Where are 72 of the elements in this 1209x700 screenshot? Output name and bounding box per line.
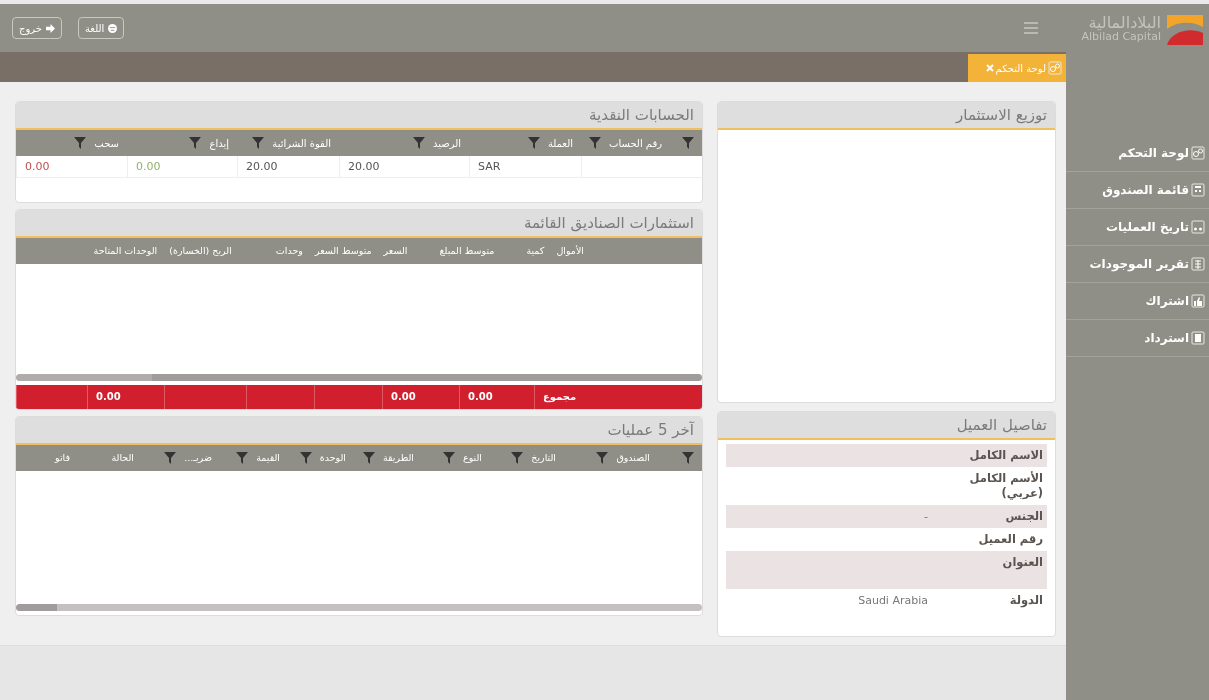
field-value: Saudi Arabia: [858, 593, 929, 608]
table-cell: 0.00: [136, 160, 161, 173]
column-header: الربح (الخسارة): [169, 243, 232, 258]
column-header: السعر: [383, 243, 408, 258]
field-label: الجنس: [1004, 509, 1043, 524]
scrollbar[interactable]: [16, 374, 702, 381]
logout-button[interactable]: خروج: [12, 17, 62, 39]
field-label: الأسم الكامل (عربي): [968, 471, 1043, 501]
column-header: الرصيد: [432, 136, 461, 151]
panel-title: آخر 5 عمليات: [607, 419, 694, 441]
filter-icon[interactable]: [443, 452, 455, 464]
field-label: الاسم الكامل: [968, 448, 1043, 463]
filter-icon[interactable]: [511, 452, 524, 464]
filter-icon[interactable]: [527, 137, 540, 149]
field-value: -: [924, 509, 929, 524]
table-cell: 20.00: [348, 160, 380, 173]
filter-icon[interactable]: [236, 452, 249, 464]
filter-icon[interactable]: [252, 137, 265, 149]
filter-icon[interactable]: [362, 452, 375, 464]
table-cell: 20.00: [246, 160, 278, 173]
exit-icon: [46, 23, 55, 33]
field-label: العنوان: [1001, 555, 1043, 570]
filter-icon[interactable]: [189, 137, 202, 149]
column-header: الوحدات المتاحة: [93, 243, 158, 258]
gears-icon: [1048, 61, 1062, 75]
column-header: الصندوق: [616, 450, 650, 465]
spreadsheet-icon: [1191, 257, 1205, 271]
language-button[interactable]: اللغة: [78, 17, 125, 39]
gears-icon: [1191, 146, 1205, 160]
column-header: التاريخ: [531, 450, 556, 465]
panel-title: الحسابات النقدية: [589, 104, 694, 126]
column-header: العملة: [547, 136, 573, 151]
table-cell: SAR: [478, 160, 501, 173]
total-cell: 0.00: [391, 391, 416, 402]
filter-icon[interactable]: [164, 452, 177, 464]
field-label: الدولة: [1008, 593, 1043, 608]
panel-title: استثمارات الصناديق القائمة: [523, 212, 694, 234]
column-header: الحالة: [111, 450, 134, 465]
panel-title: توزيع الاستثمار: [956, 104, 1047, 126]
column-header: سحب: [94, 136, 119, 151]
filter-icon[interactable]: [412, 137, 425, 149]
column-header: الطريقة: [382, 450, 414, 465]
scrollbar[interactable]: [16, 604, 702, 611]
column-header: القيمة: [256, 450, 280, 465]
column-header: فاتو: [55, 450, 70, 465]
column-header: متوسط السعر: [314, 243, 372, 258]
column-header: ضريـ...: [184, 450, 212, 465]
panel-title: تفاصيل العميل: [956, 414, 1047, 436]
column-header: القوة الشرائية: [272, 136, 331, 151]
filter-icon[interactable]: [596, 452, 609, 464]
filter-icon[interactable]: [682, 137, 694, 149]
column-header: متوسط المبلغ: [439, 243, 495, 258]
field-label: رقم العميل: [977, 532, 1043, 547]
column-header: النوع: [463, 450, 482, 465]
column-header: إيداع: [209, 136, 229, 151]
column-header: رقم الحساب: [609, 136, 663, 151]
thumbs-up-icon: [1191, 294, 1205, 308]
table-cell: 0.00: [25, 160, 50, 173]
total-cell: 0.00: [96, 391, 121, 402]
tab[interactable]: لوحة التحكم: [968, 54, 1066, 82]
filter-icon[interactable]: [682, 452, 694, 464]
tape-icon: [1191, 220, 1205, 234]
column-header: الوحدة: [319, 450, 346, 465]
column-header: وحدات: [275, 243, 303, 258]
calculator-icon: [1191, 183, 1205, 197]
filter-icon[interactable]: [74, 137, 87, 149]
column-header: الأموال: [556, 243, 584, 258]
total-cell: 0.00: [468, 391, 493, 402]
column-header: كمية: [526, 243, 545, 258]
total-cell: مجموع: [543, 391, 577, 402]
filter-icon[interactable]: [299, 452, 312, 464]
filter-icon[interactable]: [589, 137, 601, 149]
